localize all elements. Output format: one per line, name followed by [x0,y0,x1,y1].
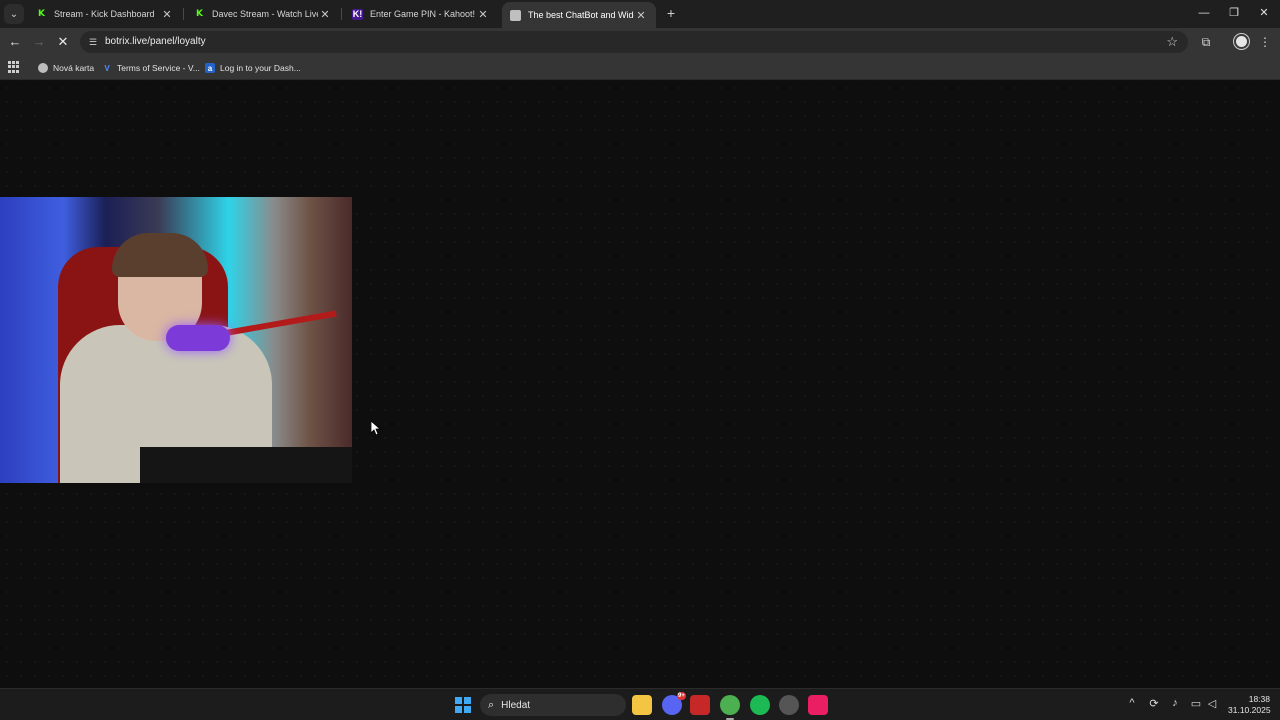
tab-strip: ⌄ K Stream - Kick Dashboard ✕ K Davec St… [0,0,1280,28]
bookmark-dashboard-login[interactable]: a Log in to your Dash... [205,60,301,76]
globe-icon [38,63,48,73]
bookmark-label: Log in to your Dash... [220,63,301,73]
windows-start-icon[interactable] [455,697,471,713]
steam-icon[interactable] [779,695,799,715]
a-icon: a [205,63,215,73]
desk [140,447,352,483]
close-icon[interactable]: ✕ [634,9,648,22]
clock-time: 18:38 [1248,694,1270,704]
discord-icon[interactable]: 9+ [662,692,686,715]
search-icon: ⌕ [488,698,495,711]
v-icon: V [104,63,110,73]
loading-globe-icon [510,9,521,21]
new-tab-button[interactable]: + [662,5,680,23]
person-hair [112,233,208,277]
tray-chevron-up-icon[interactable]: ^ [1124,697,1140,709]
tab-title: Davec Stream - Watch Live on Kick [212,9,318,19]
file-explorer-icon[interactable] [632,695,652,715]
stop-loading-icon[interactable]: ✕ [53,32,73,52]
close-icon[interactable]: ✕ [160,8,174,21]
bookmark-new-tab[interactable]: Nová karta [38,60,94,76]
clock-date: 31.10.2025 [1228,705,1271,715]
bookmark-label: Terms of Service - V... [117,63,200,73]
search-label: Hledat [501,699,531,711]
webcam-overlay [0,197,352,483]
tab-davec-stream[interactable]: K Davec Stream - Watch Live on Kick ✕ [186,3,340,25]
snipping-tool-icon[interactable] [690,695,710,715]
kahoot-icon: K! [352,8,363,20]
tab-title: Stream - Kick Dashboard [54,9,155,19]
bookmarks-bar: Nová karta V Terms of Service - V... a L… [0,56,1280,80]
extensions-icon[interactable]: ⧉ [1197,33,1215,51]
bookmark-label: Nová karta [53,63,95,73]
microphone-icon[interactable]: ♪ [1167,697,1183,709]
window-close-icon[interactable]: ✕ [1252,4,1276,22]
kick-icon: K [38,9,45,19]
profile-avatar[interactable] [1234,34,1249,49]
address-bar[interactable]: ☰ botrix.live/panel/loyalty ☆ [80,31,1188,53]
tab-kick-dashboard[interactable]: K Stream - Kick Dashboard ✕ [28,3,182,25]
bookmark-terms-of-service[interactable]: V Terms of Service - V... [102,60,200,76]
close-icon[interactable]: ✕ [318,8,332,21]
spotify-icon[interactable] [750,695,770,715]
tab-kahoot[interactable]: K! Enter Game PIN - Kahoot! ✕ [344,3,498,25]
apps-grid-icon[interactable] [8,61,20,73]
sync-icon[interactable]: ⟳ [1146,697,1162,710]
tab-botrix[interactable]: The best ChatBot and Widgets ✕ [502,2,656,28]
forward-arrow-icon[interactable]: → [29,32,49,52]
tab-divider [183,8,184,20]
kick-icon: K [196,9,203,19]
network-icon[interactable]: ▭ [1188,697,1204,710]
mic-arm [219,310,337,337]
page-content [0,81,1280,688]
back-arrow-icon[interactable]: ← [5,32,25,52]
volume-icon[interactable]: ◁ [1204,697,1220,710]
bookmark-star-icon[interactable]: ☆ [1166,34,1178,50]
microphone [166,325,230,351]
url-text[interactable]: botrix.live/panel/loyalty [105,36,206,47]
windows-taskbar: ⌕ Hledat 9+ ^ ⟳ ♪ ▭ ◁ 18:38 31.10.2025 [0,688,1280,720]
tiktok-icon[interactable] [808,695,828,715]
notification-badge: 9+ [677,692,686,700]
site-info-icon[interactable]: ☰ [86,35,100,49]
tab-search-chevron-icon[interactable]: ⌄ [4,4,24,24]
menu-dots-icon[interactable]: ⋮ [1256,33,1274,51]
chrome-icon[interactable] [720,695,740,720]
tab-title: Enter Game PIN - Kahoot! [370,9,476,19]
browser-toolbar: ← → ✕ ☰ botrix.live/panel/loyalty ☆ ⧉ ⋮ [0,28,1280,56]
taskbar-search[interactable]: ⌕ Hledat [480,694,626,716]
close-icon[interactable]: ✕ [476,8,490,21]
minimize-icon[interactable]: — [1192,4,1216,22]
tab-title: The best ChatBot and Widgets [528,10,634,20]
tab-divider [341,8,342,20]
taskbar-clock[interactable]: 18:38 31.10.2025 [1228,694,1271,716]
restore-icon[interactable]: ❐ [1222,4,1246,22]
